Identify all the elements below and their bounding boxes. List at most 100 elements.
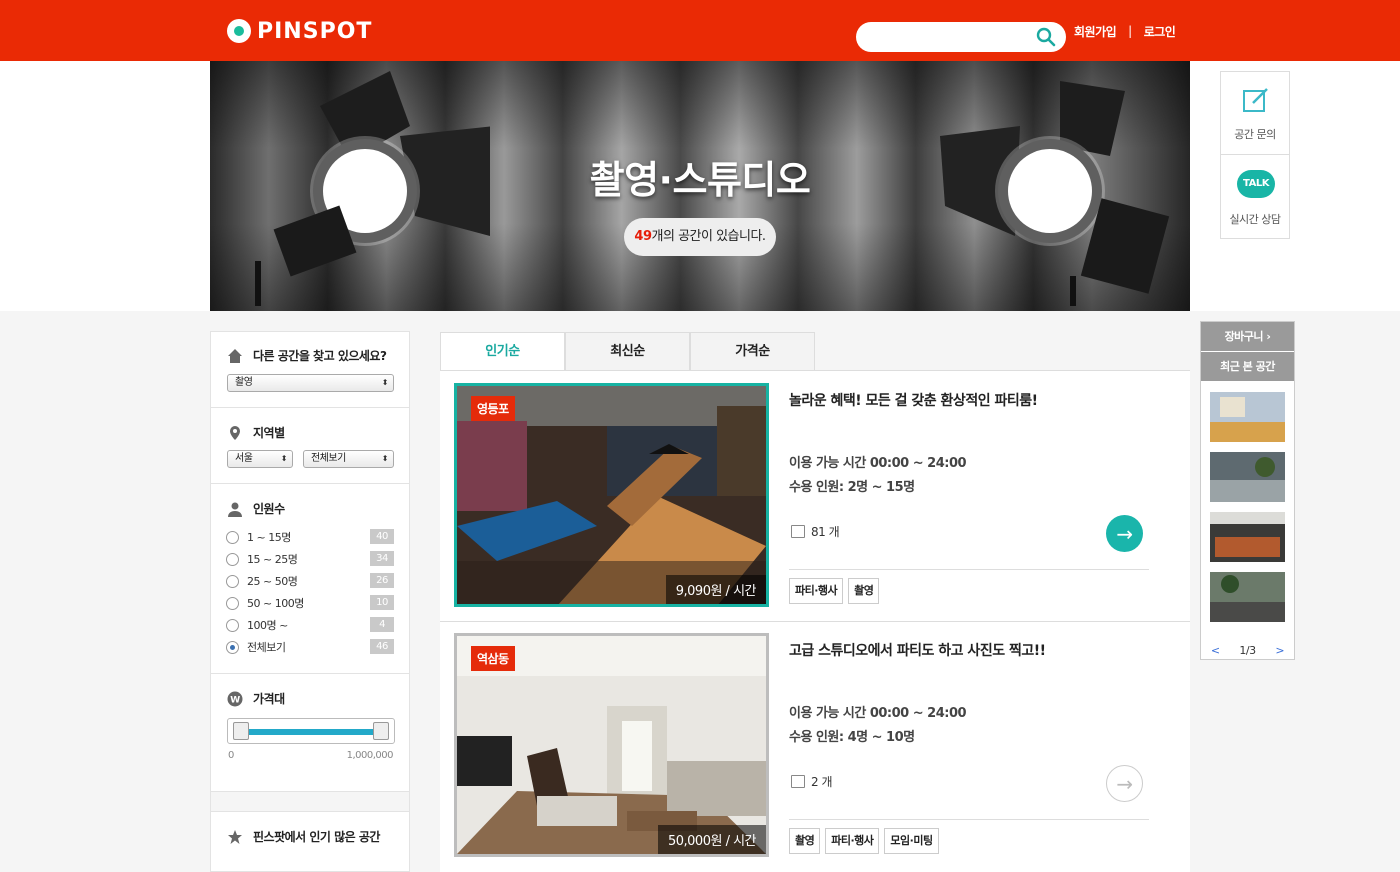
tab-price[interactable]: 가격순 <box>690 332 815 371</box>
radio-button[interactable] <box>226 596 239 610</box>
people-section: 인원수 1 ~ 15명 40 15 ~ 25명 34 25 ~ 50명 26 50 ~ 10… <box>211 484 409 674</box>
radio-button[interactable] <box>226 552 239 566</box>
people-header: 인원수 <box>227 500 285 517</box>
region-section: 지역별 서울 ⬍ 전체보기 ⬍ <box>211 408 409 484</box>
price-range-fill <box>241 729 381 735</box>
listing-image[interactable]: 영등포 9,090원 / 시간 <box>454 383 769 607</box>
people-option-count: 10 <box>370 595 394 610</box>
page-indicator: 1/3 <box>1239 644 1256 657</box>
recent-panel: 장바구니 › 최근 본 공간 < 1/3 > <box>1200 321 1295 660</box>
view-detail-button[interactable]: → <box>1106 515 1143 552</box>
brand-logo[interactable]: PINSPOT <box>227 17 372 45</box>
cart-button[interactable]: 장바구니 › <box>1201 322 1294 351</box>
people-option-label: 25 ~ 50명 <box>247 575 298 588</box>
people-option-label: 15 ~ 25명 <box>247 553 298 566</box>
people-option[interactable]: 1 ~ 15명 40 <box>226 528 394 546</box>
district-select-value: 전체보기 <box>311 453 346 464</box>
listing-list: 영등포 9,090원 / 시간 놀라운 혜택! 모든 걸 갖춘 환상적인 파티룸… <box>440 370 1190 872</box>
people-option-label: 전체보기 <box>247 641 286 654</box>
recent-thumb[interactable] <box>1210 512 1285 562</box>
tab-popular[interactable]: 인기순 <box>440 332 565 371</box>
space-count-number: 49 <box>634 229 652 244</box>
inquiry-button[interactable]: 공간 문의 <box>1221 72 1289 155</box>
radio-button[interactable] <box>226 640 239 654</box>
prev-page-button[interactable]: < <box>1211 644 1220 657</box>
listing-card[interactable]: 영등포 9,090원 / 시간 놀라운 혜택! 모든 걸 갖춘 환상적인 파티룸… <box>440 371 1190 621</box>
recent-title: 최근 본 공간 <box>1201 352 1294 381</box>
contact-widget: 공간 문의 TALK 실시간 상담 <box>1220 71 1290 239</box>
comment-icon <box>791 525 805 538</box>
chevron-right-icon: › <box>1266 330 1271 343</box>
account-links: 회원가입 | 로그인 <box>1074 22 1176 40</box>
review-count-text: 81 개 <box>811 525 840 539</box>
link-separator: | <box>1128 24 1132 38</box>
people-option[interactable]: 100명 ~ 4 <box>226 616 394 634</box>
tag-chip[interactable]: 파티·행사 <box>789 578 844 604</box>
people-option[interactable]: 50 ~ 100명 10 <box>226 594 394 612</box>
region-header: 지역별 <box>227 424 285 441</box>
search-icon[interactable] <box>1036 27 1056 47</box>
people-option[interactable]: 25 ~ 50명 26 <box>226 572 394 590</box>
tag-list: 촬영 파티·행사 모임·미팅 <box>789 828 944 854</box>
listing-title[interactable]: 고급 스튜디오에서 파티도 하고 사진도 찍고!! <box>789 640 1046 660</box>
location-badge: 영등포 <box>471 396 515 421</box>
listing-hours: 이용 가능 시간 00:00 ~ 24:00 <box>789 456 967 471</box>
radio-button[interactable] <box>226 530 239 544</box>
search-input[interactable] <box>856 22 1066 52</box>
category-section: 다른 공간을 찾고 있으세요? 촬영 ⬍ <box>211 332 409 408</box>
price-min-handle[interactable] <box>233 722 249 740</box>
district-select[interactable]: 전체보기 ⬍ <box>303 450 394 468</box>
review-count-text: 2 개 <box>811 775 833 789</box>
talk-icon: TALK <box>1237 170 1275 198</box>
tag-chip[interactable]: 파티·행사 <box>825 828 880 854</box>
view-detail-button[interactable]: → <box>1106 765 1143 802</box>
edit-icon <box>1243 88 1268 112</box>
popular-header: 핀스팟에서 인기 많은 공간 <box>227 828 380 845</box>
section-gap <box>211 792 409 812</box>
radio-button[interactable] <box>226 574 239 588</box>
inquiry-label: 공간 문의 <box>1234 128 1276 141</box>
listing-image[interactable]: 역삼동 50,000원 / 시간 <box>454 633 769 857</box>
price-label: 50,000원 / 시간 <box>657 825 766 854</box>
price-max-handle[interactable] <box>373 722 389 740</box>
tag-chip[interactable]: 촬영 <box>848 578 880 604</box>
listing-capacity: 수용 인원: 4명 ~ 10명 <box>789 730 915 745</box>
people-option[interactable]: 15 ~ 25명 34 <box>226 550 394 568</box>
person-icon <box>228 502 242 517</box>
people-option-count: 34 <box>370 551 394 566</box>
listing-title[interactable]: 놀라운 혜택! 모든 걸 갖춘 환상적인 파티룸! <box>789 390 1038 410</box>
login-link[interactable]: 로그인 <box>1144 23 1176 40</box>
recent-thumb[interactable] <box>1210 572 1285 622</box>
comment-icon <box>791 775 805 788</box>
city-select[interactable]: 서울 ⬍ <box>227 450 293 468</box>
signup-link[interactable]: 회원가입 <box>1074 23 1117 40</box>
recent-thumb[interactable] <box>1210 392 1285 442</box>
tag-chip[interactable]: 모임·미팅 <box>884 828 939 854</box>
svg-text:W: W <box>230 695 240 705</box>
live-chat-button[interactable]: TALK 실시간 상담 <box>1221 156 1289 239</box>
category-select[interactable]: 촬영 ⬍ <box>227 374 394 392</box>
tab-latest[interactable]: 최신순 <box>565 332 690 371</box>
price-range-slider[interactable] <box>227 718 395 744</box>
price-header: W 가격대 <box>227 690 285 707</box>
category-header: 다른 공간을 찾고 있으세요? <box>227 347 387 364</box>
region-title: 지역별 <box>253 426 285 440</box>
people-option[interactable]: 전체보기 46 <box>226 638 394 656</box>
next-page-button[interactable]: > <box>1275 644 1284 657</box>
select-arrow-icon: ⬍ <box>381 378 389 387</box>
recent-thumb[interactable] <box>1210 452 1285 502</box>
tag-chip[interactable]: 촬영 <box>789 828 821 854</box>
won-coin-icon: W <box>227 691 243 706</box>
people-title: 인원수 <box>253 502 285 516</box>
radio-button[interactable] <box>226 618 239 632</box>
banner-title: 촬영·스튜디오 <box>589 158 811 202</box>
chat-label: 실시간 상담 <box>1229 213 1281 226</box>
people-option-label: 1 ~ 15명 <box>247 531 291 544</box>
price-max-label: 1,000,000 <box>346 750 394 761</box>
category-title: 다른 공간을 찾고 있으세요? <box>253 349 387 363</box>
card-separator <box>789 819 1149 820</box>
space-count-text: 개의 공간이 있습니다. <box>651 229 767 244</box>
listing-card[interactable]: 역삼동 50,000원 / 시간 고급 스튜디오에서 파티도 하고 사진도 찍고… <box>440 621 1190 871</box>
popular-title: 핀스팟에서 인기 많은 공간 <box>253 830 380 844</box>
cart-label: 장바구니 <box>1224 330 1264 343</box>
